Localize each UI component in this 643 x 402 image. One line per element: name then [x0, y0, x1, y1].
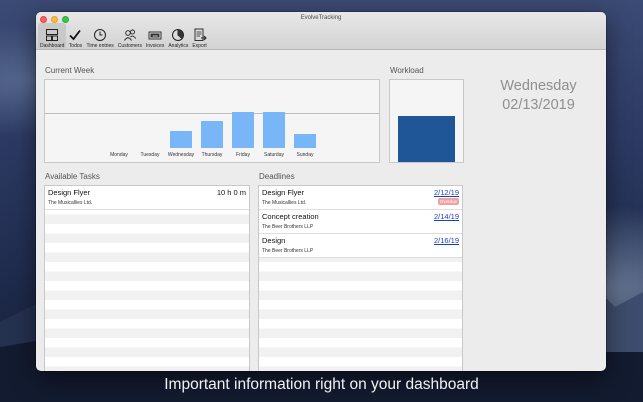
deadline-date-link[interactable]: 2/14/19 [434, 212, 459, 221]
svg-text:100: 100 [153, 34, 158, 38]
toolbar: Dashboard Todos Time entries Customers 1… [38, 23, 209, 49]
current-date-display: Wednesday 02/13/2019 [476, 77, 601, 115]
toolbar-todos-label: Todos [68, 43, 83, 49]
analytics-icon [172, 29, 185, 41]
list-item[interactable]: Concept creation 2/14/19 The Beer Brothe… [259, 210, 462, 234]
toolbar-dashboard-label: Dashboard [40, 43, 65, 49]
title-bar: EvolveTracking Dashboard Todos Time entr… [36, 12, 606, 50]
toolbar-time-entries-label: Time entries [86, 43, 114, 49]
deadline-date-link[interactable]: 2/12/19 [434, 188, 459, 197]
toolbar-dashboard[interactable]: Dashboard [38, 23, 67, 49]
toolbar-customers-label: Customers [117, 43, 142, 49]
overdue-badge: Overdue [437, 198, 459, 205]
week-bar-friday [232, 112, 254, 148]
week-bar-thursday [201, 121, 223, 148]
export-icon [194, 28, 207, 41]
toolbar-time-entries[interactable]: Time entries [84, 23, 115, 49]
toolbar-analytics-label: Analytics [168, 43, 189, 49]
deadlines-heading: Deadlines [259, 172, 295, 181]
day-label-thursday: Thursday [201, 152, 223, 158]
toolbar-customers[interactable]: Customers [116, 23, 144, 49]
workload-bar [398, 116, 455, 162]
list-item[interactable]: Design Flyer 10 h 0 m The Musicallies Lt… [45, 186, 249, 210]
clock-icon [94, 29, 107, 41]
app-window: EvolveTracking Dashboard Todos Time entr… [36, 12, 606, 371]
invoice-icon: 100 [148, 31, 162, 40]
list-item[interactable]: Design 2/16/19 The Beer Brothers LLP [259, 234, 462, 258]
toolbar-invoices[interactable]: 100 Invoices [144, 23, 166, 49]
week-bar-sunday [294, 134, 316, 148]
deadline-date-link[interactable]: 2/16/19 [434, 236, 459, 245]
day-label-wednesday: Wednesday [167, 152, 195, 158]
workload-panel [389, 79, 464, 163]
dashboard-icon [46, 29, 59, 41]
task-customer: The Musicallies Ltd. [48, 200, 93, 206]
day-label-monday: Monday [110, 152, 128, 158]
window-title: EvolveTracking [300, 15, 342, 21]
day-label-sunday: Sunday [296, 152, 314, 158]
deadline-name: Design [262, 236, 286, 245]
available-tasks-heading: Available Tasks [45, 172, 100, 181]
day-label-friday: Friday [236, 152, 250, 158]
deadlines-list[interactable]: Design Flyer 2/12/19 The Musicallies Ltd… [258, 185, 463, 371]
list-item[interactable]: Design Flyer 2/12/19 The Musicallies Ltd… [259, 186, 462, 210]
deadline-name: Concept creation [262, 212, 319, 221]
customers-icon [124, 29, 137, 41]
toolbar-invoices-label: Invoices [145, 43, 165, 49]
week-divider [45, 113, 379, 114]
deadline-customer: The Musicallies Ltd. [262, 200, 307, 206]
task-name: Design Flyer [48, 188, 91, 197]
marketing-caption: Important information right on your dash… [164, 376, 479, 393]
list-stripes [45, 186, 249, 371]
toolbar-analytics[interactable]: Analytics [166, 23, 190, 49]
toolbar-todos[interactable]: Todos [66, 23, 84, 49]
week-bar-wednesday [170, 131, 192, 148]
deadline-name: Design Flyer [262, 188, 305, 197]
deadline-customer: The Beer Brothers LLP [262, 224, 314, 230]
checkmark-icon [69, 29, 82, 41]
current-weekday: Wednesday [500, 78, 577, 94]
current-week-heading: Current Week [45, 66, 95, 75]
week-bar-saturday [263, 112, 285, 148]
day-label-saturday: Saturday [263, 152, 284, 158]
day-label-tuesday: Tuesday [140, 152, 160, 158]
toolbar-export-label: Export [192, 43, 207, 49]
current-week-panel: Monday Tuesday Wednesday Thursday Friday… [44, 79, 380, 163]
dashboard-content: Current Week Monday Tuesday Wednesday Th… [36, 50, 606, 371]
available-tasks-list[interactable]: Design Flyer 10 h 0 m The Musicallies Lt… [44, 185, 250, 371]
current-date: 02/13/2019 [502, 97, 575, 113]
deadline-customer: The Beer Brothers LLP [262, 248, 314, 254]
toolbar-export[interactable]: Export [190, 23, 208, 49]
workload-heading: Workload [390, 66, 424, 75]
task-hours: 10 h 0 m [216, 188, 246, 197]
